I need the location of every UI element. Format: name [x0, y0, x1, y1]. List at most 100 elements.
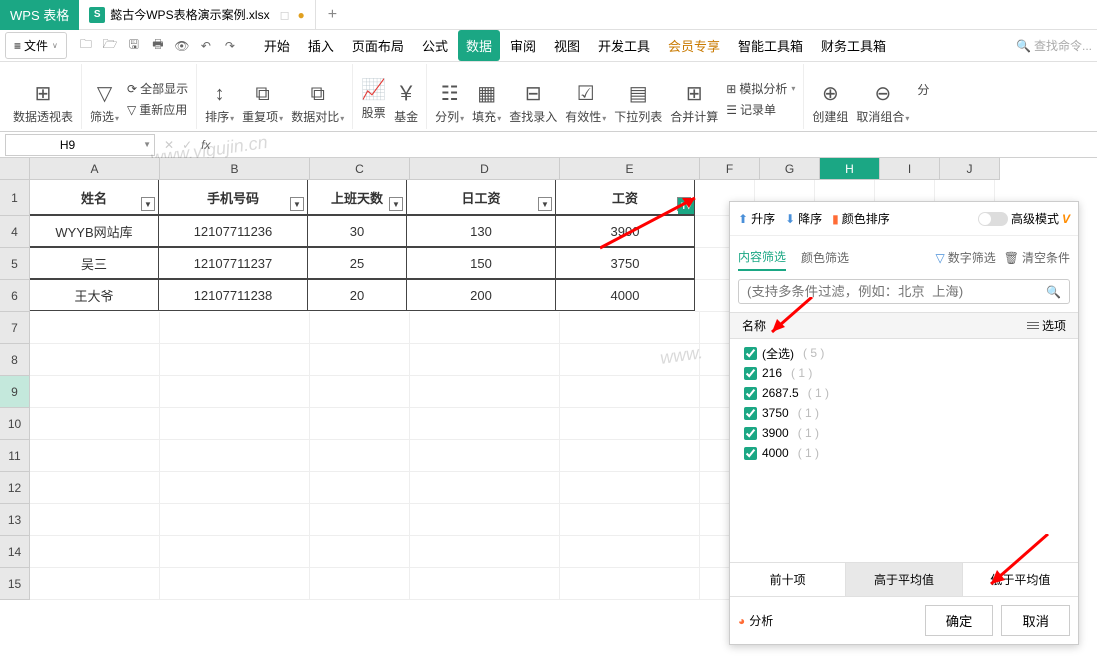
filter-button[interactable]: ▽ 筛选▾ — [88, 79, 121, 127]
cell[interactable]: 日工资▼ — [406, 179, 556, 215]
qat-redo-icon[interactable]: ↷ — [219, 35, 241, 57]
above-avg-button[interactable]: 高于平均值 — [846, 563, 962, 596]
dropdown-list-button[interactable]: ▤下拉列表 — [612, 79, 664, 127]
cell[interactable]: 3750 — [555, 247, 695, 279]
sort-desc-button[interactable]: ⬇降序 — [785, 210, 822, 227]
cell[interactable] — [160, 472, 310, 504]
sort-button[interactable]: ↕排序▾ — [203, 81, 236, 127]
cell[interactable] — [30, 312, 160, 344]
tab-page-layout[interactable]: 页面布局 — [344, 30, 412, 61]
options-button[interactable]: 选项 — [1027, 317, 1066, 334]
column-header-G[interactable]: G — [760, 158, 820, 180]
color-filter-tab[interactable]: 颜色筛选 — [801, 245, 849, 270]
cell[interactable] — [310, 440, 410, 472]
tab-review[interactable]: 审阅 — [502, 30, 544, 61]
cell[interactable] — [30, 376, 160, 408]
advanced-toggle[interactable] — [978, 212, 1008, 226]
cell[interactable]: 25 — [307, 247, 407, 279]
cell[interactable] — [410, 504, 560, 536]
column-header-D[interactable]: D — [410, 158, 560, 180]
cell[interactable]: 200 — [406, 279, 556, 311]
tab-data[interactable]: 数据 — [458, 30, 500, 61]
row-header-15[interactable]: 15 — [0, 568, 30, 600]
tab-formulas[interactable]: 公式 — [414, 30, 456, 61]
cell[interactable]: 150 — [406, 247, 556, 279]
qat-open-icon[interactable]: 🗁 — [99, 35, 121, 57]
cell[interactable]: 工资▼T▾ — [555, 179, 695, 215]
dedup-button[interactable]: ⧉重复项▾ — [240, 81, 285, 127]
filter-dropdown-icon[interactable]: ▼ — [141, 197, 155, 211]
cell[interactable] — [310, 472, 410, 504]
cancel-button[interactable]: 取消 — [1001, 605, 1070, 636]
cell[interactable] — [160, 312, 310, 344]
cell[interactable] — [160, 344, 310, 376]
cell[interactable] — [560, 568, 700, 600]
cell[interactable] — [310, 504, 410, 536]
cell[interactable] — [30, 408, 160, 440]
cell[interactable]: 130 — [406, 215, 556, 247]
cell[interactable] — [30, 440, 160, 472]
filter-item[interactable]: 216( 1 ) — [730, 363, 1078, 383]
cell[interactable] — [160, 504, 310, 536]
filter-checkbox[interactable] — [744, 387, 757, 400]
row-header-8[interactable]: 8 — [0, 344, 30, 376]
row-header-1[interactable]: 1 — [0, 180, 30, 216]
cell[interactable] — [310, 536, 410, 568]
qat-save-icon[interactable]: 🖫 — [123, 35, 145, 57]
cell[interactable]: 12107711237 — [158, 247, 308, 279]
cell[interactable]: 王大爷 — [29, 279, 159, 311]
cell[interactable]: 4000 — [555, 279, 695, 311]
cell[interactable]: 上班天数▼ — [307, 179, 407, 215]
filter-item[interactable]: 2687.5( 1 ) — [730, 383, 1078, 403]
below-avg-button[interactable]: 低于平均值 — [963, 563, 1078, 596]
cell[interactable] — [560, 536, 700, 568]
fund-button[interactable]: ￥基金 — [392, 75, 420, 127]
cell[interactable] — [410, 408, 560, 440]
row-header-13[interactable]: 13 — [0, 504, 30, 536]
tab-member[interactable]: 会员专享 — [660, 30, 728, 61]
row-header-12[interactable]: 12 — [0, 472, 30, 504]
cell[interactable] — [560, 344, 700, 376]
row-header-5[interactable]: 5 — [0, 248, 30, 280]
cell[interactable] — [410, 440, 560, 472]
fill-button[interactable]: ▦填充▾ — [470, 79, 503, 127]
row-header-7[interactable]: 7 — [0, 312, 30, 344]
cell[interactable] — [30, 536, 160, 568]
cell[interactable] — [410, 472, 560, 504]
cell[interactable] — [160, 440, 310, 472]
row-header-11[interactable]: 11 — [0, 440, 30, 472]
filter-item[interactable]: 3750( 1 ) — [730, 403, 1078, 423]
filter-checkbox[interactable] — [744, 347, 757, 360]
subtotal-button[interactable]: 分 — [915, 79, 931, 127]
qat-preview-icon[interactable]: 👁 — [171, 35, 193, 57]
column-header-A[interactable]: A — [30, 158, 160, 180]
ok-button[interactable]: 确定 — [925, 605, 994, 636]
top10-button[interactable]: 前十项 — [730, 563, 846, 596]
numeric-filter-button[interactable]: ▽数字筛选 — [936, 249, 996, 266]
cell[interactable] — [560, 504, 700, 536]
analyze-button[interactable]: ◕ 分析 — [738, 612, 773, 629]
document-tab[interactable]: S 懿古今WPS表格演示案例.xlsx ◻ ● — [79, 0, 316, 30]
ungroup-button[interactable]: ⊖取消组合▾ — [854, 79, 911, 127]
fx-cancel-icon[interactable]: ✕ — [164, 138, 174, 152]
qat-print-icon[interactable]: 🖶 — [147, 35, 169, 57]
validity-button[interactable]: ☑有效性▾ — [563, 79, 608, 127]
cell[interactable] — [560, 376, 700, 408]
cell[interactable]: WYYB网站库 — [29, 215, 159, 247]
cell[interactable]: 手机号码▼ — [158, 179, 308, 215]
row-header-10[interactable]: 10 — [0, 408, 30, 440]
search-command[interactable]: 🔍 查找命令... — [1016, 37, 1092, 54]
filter-checkbox[interactable] — [744, 407, 757, 420]
cell[interactable]: 12107711238 — [158, 279, 308, 311]
qat-new-icon[interactable]: 🗀 — [75, 35, 97, 57]
filter-dropdown-icon[interactable]: ▼ — [389, 197, 403, 211]
cell[interactable] — [560, 440, 700, 472]
compare-button[interactable]: ⧉数据对比▾ — [289, 81, 346, 127]
cell[interactable] — [410, 536, 560, 568]
tab-finance-tools[interactable]: 财务工具箱 — [813, 30, 894, 61]
column-header-J[interactable]: J — [940, 158, 1000, 180]
cell[interactable] — [30, 344, 160, 376]
tab-home[interactable]: 开始 — [256, 30, 298, 61]
cell[interactable] — [560, 408, 700, 440]
consolidate-button[interactable]: ⊞合并计算 — [668, 79, 720, 127]
